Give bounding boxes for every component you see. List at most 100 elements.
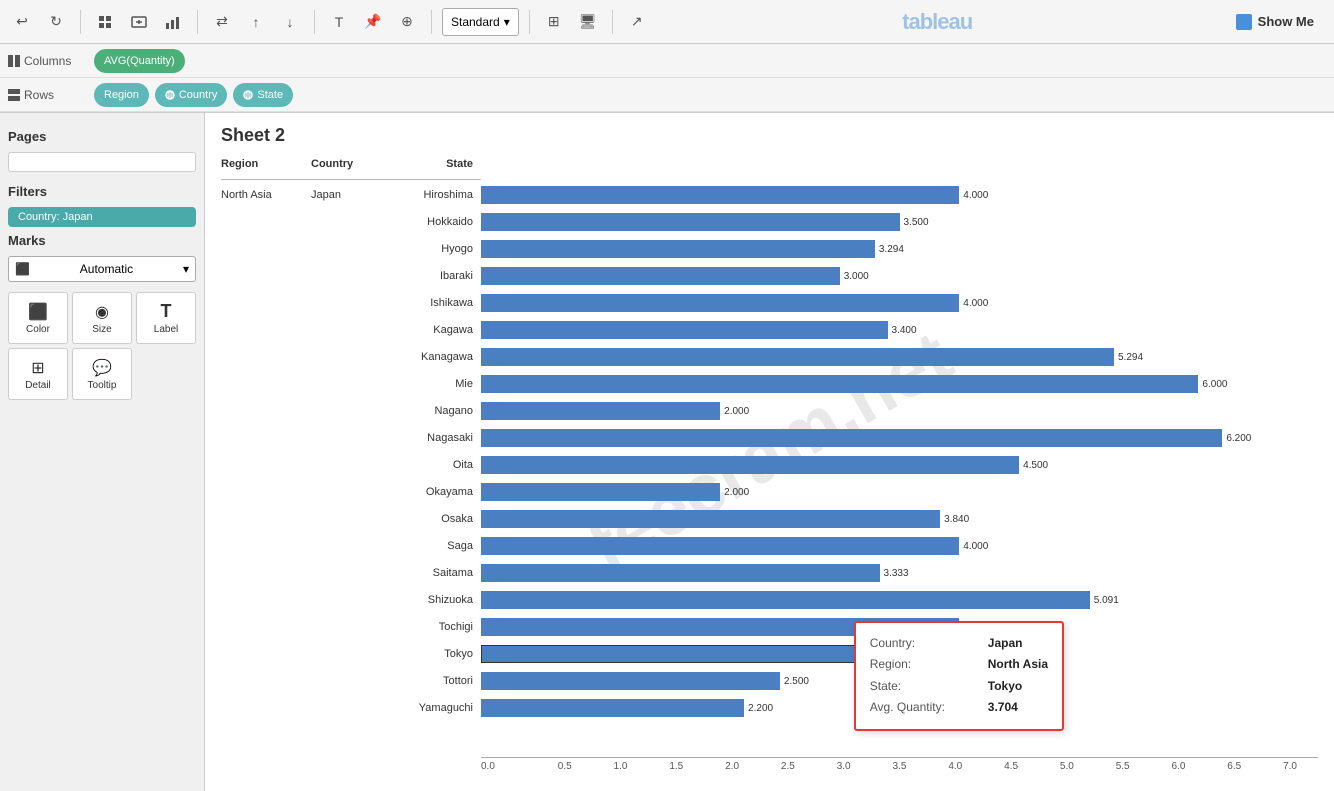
bar-wrapper: 3.333 — [481, 564, 1318, 582]
standard-dropdown[interactable]: Standard ▾ — [442, 8, 519, 36]
label-region: North Asia — [221, 189, 311, 201]
bar[interactable] — [481, 564, 880, 582]
bar-row: 3.400 — [481, 317, 1318, 343]
x-tick: 7.0 — [1262, 761, 1318, 772]
tooltip-edit-button[interactable]: ⊕ — [393, 8, 421, 36]
x-tick: 5.5 — [1095, 761, 1151, 772]
tooltip-state-label: State: — [870, 676, 980, 698]
add-sheet-button[interactable] — [125, 8, 153, 36]
tooltip-icon: 💬 — [92, 358, 112, 378]
bar[interactable] — [481, 591, 1090, 609]
divider-1 — [80, 10, 81, 34]
sheet-title: Sheet 2 — [221, 125, 1318, 146]
tooltip-button[interactable]: 💬 Tooltip — [72, 348, 132, 400]
chart-type-button[interactable] — [159, 8, 187, 36]
show-me-button[interactable]: Show Me — [1224, 10, 1326, 34]
new-datasource-button[interactable] — [91, 8, 119, 36]
x-tick: 2.0 — [704, 761, 760, 772]
share-button[interactable]: ↗ — [623, 8, 651, 36]
bar-row: 2.000 — [481, 398, 1318, 424]
bar[interactable] — [481, 240, 875, 258]
label-row: Hyogo — [221, 236, 481, 262]
label-row: Oita — [221, 452, 481, 478]
label-row: Saga — [221, 533, 481, 559]
rows-shelf: Rows Region Country State — [0, 78, 1334, 112]
bar-wrapper: 4.000 — [481, 294, 1318, 312]
chart-area: Sheet 2 feecram.net Region Country State… — [205, 113, 1334, 791]
label-state: Hokkaido — [391, 216, 481, 228]
bar-value: 4.000 — [963, 298, 988, 309]
label-rows: North AsiaJapanHiroshimaHokkaidoHyogoIba… — [221, 182, 481, 721]
filter-country-japan[interactable]: Country: Japan — [8, 207, 196, 227]
bar[interactable] — [481, 213, 900, 231]
bar-wrapper: 5.091 — [481, 591, 1318, 609]
label-state: Kanagawa — [391, 351, 481, 363]
label-state: Okayama — [391, 486, 481, 498]
bar[interactable] — [481, 510, 940, 528]
marks-type-dropdown[interactable]: ⬛ Automatic ▾ — [8, 256, 196, 282]
x-tick: 6.5 — [1206, 761, 1262, 772]
bar-value: 2.500 — [784, 676, 809, 687]
bar-value: 3.500 — [904, 217, 929, 228]
x-tick: 1.0 — [593, 761, 649, 772]
bar-wrapper: 4.000 — [481, 537, 1318, 555]
bar[interactable] — [481, 672, 780, 690]
undo-button[interactable]: ↩ — [8, 8, 36, 36]
tooltip-country-row: Country: Japan — [870, 633, 1048, 655]
bar-value: 5.091 — [1094, 595, 1119, 606]
pin-button[interactable]: 📌 — [359, 8, 387, 36]
sort-desc-button[interactable]: ↓ — [276, 8, 304, 36]
label-button[interactable]: T Label — [136, 292, 196, 344]
sort-asc-button[interactable]: ↑ — [242, 8, 270, 36]
bar[interactable] — [481, 348, 1114, 366]
bar-value: 4.500 — [1023, 460, 1048, 471]
divider-5 — [529, 10, 530, 34]
bar[interactable] — [481, 699, 744, 717]
swap-button[interactable]: ⇄ — [208, 8, 236, 36]
divider-2 — [197, 10, 198, 34]
bar[interactable] — [481, 402, 720, 420]
tooltip-avg-row: Avg. Quantity: 3.704 — [870, 697, 1048, 719]
region-header: Region — [221, 158, 311, 179]
bar-value: 2.200 — [748, 703, 773, 714]
label-state: Ibaraki — [391, 270, 481, 282]
bar-row: 5.091 — [481, 587, 1318, 613]
x-tick: 1.5 — [648, 761, 704, 772]
bar-value: 6.200 — [1226, 433, 1251, 444]
device-button[interactable]: 🖥 — [574, 8, 602, 36]
rows-pill-country[interactable]: Country — [155, 83, 228, 107]
layout-button[interactable]: ⊞ — [540, 8, 568, 36]
bar-row: 6.200 — [481, 425, 1318, 451]
label-state: Saga — [391, 540, 481, 552]
bar[interactable] — [481, 321, 888, 339]
rows-pill-region[interactable]: Region — [94, 83, 149, 107]
bar-row: 3.000 — [481, 263, 1318, 289]
redo-button[interactable]: ↻ — [42, 8, 70, 36]
bar[interactable] — [481, 429, 1222, 447]
size-icon: ◉ — [95, 302, 109, 322]
bar[interactable] — [481, 456, 1019, 474]
divider-3 — [314, 10, 315, 34]
bar[interactable] — [481, 537, 959, 555]
size-button[interactable]: ◉ Size — [72, 292, 132, 344]
tooltip-region-row: Region: North Asia — [870, 654, 1048, 676]
bar[interactable] — [481, 375, 1198, 393]
tooltip-state-value: Tokyo — [988, 676, 1022, 698]
bar-row: 3.294 — [481, 236, 1318, 262]
label-state: Tottori — [391, 675, 481, 687]
tooltip-avg-value: 3.704 — [988, 697, 1018, 719]
color-button[interactable]: ⬛ Color — [8, 292, 68, 344]
bar[interactable] — [481, 186, 959, 204]
rows-pill-state[interactable]: State — [233, 83, 293, 107]
label-row: Tottori — [221, 668, 481, 694]
bar[interactable] — [481, 294, 959, 312]
text-button[interactable]: T — [325, 8, 353, 36]
bar[interactable] — [481, 483, 720, 501]
detail-button[interactable]: ⊞ Detail — [8, 348, 68, 400]
columns-pill-avg-quantity[interactable]: AVG(Quantity) — [94, 49, 185, 73]
bar[interactable] — [481, 267, 840, 285]
bar-wrapper: 3.500 — [481, 213, 1318, 231]
tooltip: Country: Japan Region: North Asia State:… — [854, 621, 1064, 731]
detail-icon: ⊞ — [31, 358, 44, 378]
tooltip-avg-label: Avg. Quantity: — [870, 697, 980, 719]
